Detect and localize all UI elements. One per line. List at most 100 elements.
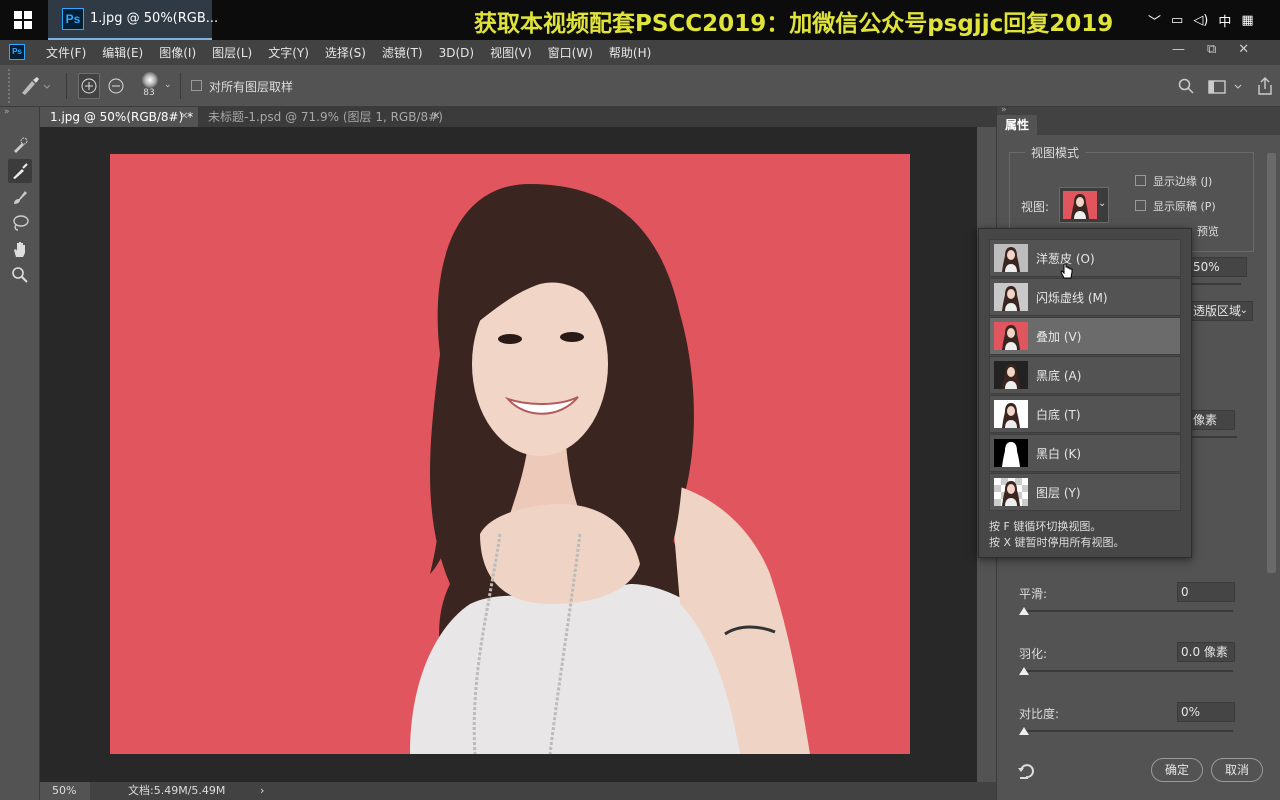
opacity-field[interactable]: 50% <box>1189 257 1247 277</box>
options-divider <box>66 73 67 99</box>
menu-edit[interactable]: 编辑(E) <box>94 44 151 61</box>
contrast-slider[interactable] <box>1021 730 1233 732</box>
zoom-tool-icon[interactable] <box>8 263 32 287</box>
menu-hint-x-key: 按 X 键暂时停用所有视图。 <box>989 536 1125 549</box>
cancel-button[interactable]: 取消 <box>1211 758 1263 782</box>
status-menu-arrow-icon[interactable]: › <box>260 782 264 800</box>
tab-document-untitled[interactable]: 未标题-1.psd @ 71.9% (图层 1, RGB/8#) ✕ <box>198 107 448 127</box>
feather-slider-thumb[interactable] <box>1019 667 1029 675</box>
menu-view[interactable]: 视图(V) <box>482 44 540 61</box>
zoom-level-field[interactable]: 50% <box>40 782 90 800</box>
view-option-on-black[interactable]: 黑底 (A) <box>989 356 1181 394</box>
menu-image[interactable]: 图像(I) <box>151 44 204 61</box>
feather-field[interactable]: 0.0 像素 <box>1177 642 1235 662</box>
windows-taskbar: Ps 1.jpg @ 50%(RGB... 获取本视频配套PSCC2019：加微… <box>0 0 1280 40</box>
photoshop-icon: Ps <box>62 8 84 30</box>
contrast-field[interactable]: 0% <box>1177 702 1235 722</box>
taskbar-photoshop-button[interactable]: Ps 1.jpg @ 50%(RGB... <box>48 0 218 40</box>
collapse-toolbar-icon[interactable]: » <box>4 107 10 117</box>
thumbnail-image <box>994 322 1028 350</box>
tab-document-1jpg[interactable]: 1.jpg @ 50%(RGB/8#) * ✕ <box>40 107 198 127</box>
marching-ants-thumbnail <box>994 283 1028 311</box>
show-original-label: 显示原稿 (P) <box>1153 200 1216 213</box>
ime-mode-icon[interactable]: ▦ <box>1241 13 1253 28</box>
view-option-marching-ants[interactable]: 闪烁虚线 (M) <box>989 278 1181 316</box>
menu-type[interactable]: 文字(Y) <box>260 44 317 61</box>
opacity-slider[interactable] <box>1189 283 1241 285</box>
show-original-checkbox[interactable] <box>1135 200 1146 211</box>
windows-start-icon[interactable] <box>14 11 32 29</box>
minimize-button[interactable]: — <box>1172 42 1185 57</box>
tab-label: 1.jpg @ 50%(RGB/8#) * <box>50 110 194 124</box>
menu-file[interactable]: 文件(F) <box>38 44 94 61</box>
brush-picker-chevron-icon[interactable]: ⌄ <box>164 80 172 90</box>
close-tab-icon[interactable]: ✕ <box>180 107 188 127</box>
feather-slider[interactable] <box>1021 670 1233 672</box>
menu-hint-f-key: 按 F 键循环切换视图。 <box>989 520 1102 533</box>
promo-banner-text: 获取本视频配套PSCC2019：加微信公众号psgjjc回复2019 <box>474 11 1114 37</box>
network-icon[interactable]: ▭ <box>1171 13 1183 28</box>
search-icon[interactable] <box>1178 78 1194 98</box>
panel-header: » 属性 <box>997 105 1280 135</box>
show-edge-checkbox[interactable] <box>1135 175 1146 186</box>
menu-select[interactable]: 选择(S) <box>317 44 374 61</box>
sample-all-layers-checkbox[interactable] <box>191 80 202 91</box>
smooth-slider-thumb[interactable] <box>1019 607 1029 615</box>
menu-layer[interactable]: 图层(L) <box>204 44 260 61</box>
refine-edge-brush-tool-icon[interactable] <box>8 159 32 183</box>
add-to-selection-button[interactable] <box>78 73 100 99</box>
view-option-label: 白底 (T) <box>1036 407 1081 422</box>
view-option-on-layers[interactable]: 图层 (Y) <box>989 473 1181 511</box>
contrast-label: 对比度: <box>1019 707 1060 721</box>
hand-cursor-icon <box>1060 263 1074 285</box>
thumbnail-image <box>994 283 1028 311</box>
subtract-from-selection-button[interactable] <box>105 73 127 99</box>
brush-size-picker[interactable]: 83 <box>138 70 160 100</box>
ok-button[interactable]: 确定 <box>1151 758 1203 782</box>
options-divider <box>180 73 181 99</box>
menu-window[interactable]: 窗口(W) <box>540 44 601 61</box>
thumbnail-image <box>994 361 1028 389</box>
portrait-photo <box>110 154 910 754</box>
lasso-tool-icon[interactable] <box>8 211 32 235</box>
document-image[interactable] <box>110 154 910 754</box>
hand-tool-icon[interactable] <box>8 237 32 261</box>
smooth-slider[interactable] <box>1021 610 1233 612</box>
restore-button[interactable]: ⧉ <box>1207 42 1216 57</box>
view-option-label: 图层 (Y) <box>1036 485 1081 500</box>
close-button[interactable]: ✕ <box>1238 42 1249 57</box>
tray-chevron-icon[interactable]: ﹀ <box>1148 11 1161 30</box>
close-tab-icon[interactable]: ✕ <box>432 107 440 127</box>
smooth-field[interactable]: 0 <box>1177 582 1235 602</box>
tools-panel: » <box>0 107 40 800</box>
radius-slider[interactable] <box>1189 436 1237 438</box>
share-icon[interactable] <box>1258 77 1272 99</box>
view-option-black-white[interactable]: 黑白 (K) <box>989 434 1181 472</box>
system-tray: ﹀ ▭ ◁) 中 ▦ <box>1148 10 1254 30</box>
brush-tool-icon[interactable] <box>8 185 32 209</box>
view-option-on-white[interactable]: 白底 (T) <box>989 395 1181 433</box>
menu-help[interactable]: 帮助(H) <box>601 44 659 61</box>
black-white-thumbnail <box>994 439 1028 467</box>
view-option-onion-skin[interactable]: 洋葱皮 (O) <box>989 239 1181 277</box>
tab-properties[interactable]: 属性 <box>997 115 1037 135</box>
view-mode-dropdown[interactable]: ⌄ <box>1059 187 1109 223</box>
ime-indicator[interactable]: 中 <box>1218 11 1231 30</box>
reset-icon[interactable] <box>1017 763 1035 783</box>
smooth-label: 平滑: <box>1019 587 1048 601</box>
radius-field[interactable]: 像素 <box>1189 410 1235 430</box>
tool-preset-brush-icon[interactable] <box>18 75 52 101</box>
document-size-info[interactable]: 文档:5.49M/5.49M <box>128 782 225 800</box>
quick-selection-tool-icon[interactable] <box>8 133 32 157</box>
volume-icon[interactable]: ◁) <box>1193 13 1208 28</box>
plus-circle-icon <box>81 78 97 94</box>
menu-filter[interactable]: 滤镜(T) <box>374 44 431 61</box>
view-option-overlay[interactable]: 叠加 (V) <box>989 317 1181 355</box>
collapse-panel-icon[interactable]: » <box>1001 105 1007 115</box>
menu-3d[interactable]: 3D(D) <box>431 46 482 60</box>
contrast-slider-thumb[interactable] <box>1019 727 1029 735</box>
indicate-region-select[interactable]: 透版区域 ⌄ <box>1189 301 1253 321</box>
status-bar: 50% 文档:5.49M/5.49M › <box>40 782 996 800</box>
workspace-switcher-icon[interactable] <box>1208 79 1246 98</box>
panel-scrollbar[interactable] <box>1267 153 1276 573</box>
